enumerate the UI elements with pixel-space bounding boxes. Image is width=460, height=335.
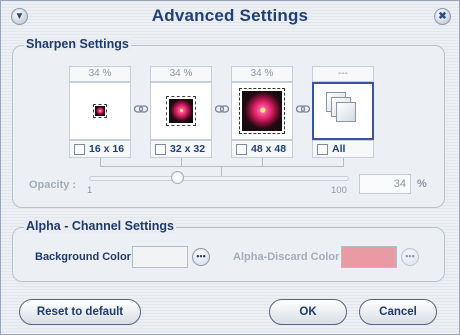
background-color-more-button[interactable]: ••• xyxy=(192,248,210,266)
connector-line xyxy=(221,166,222,176)
size-option-48[interactable]: 48 x 48 xyxy=(231,140,293,158)
connector-line xyxy=(100,158,101,166)
chain-link-icon[interactable] xyxy=(134,104,148,114)
size-option-16[interactable]: 16 x 16 xyxy=(69,140,131,158)
sharpen-settings-title: Sharpen Settings xyxy=(24,37,131,51)
connector-line xyxy=(343,158,344,166)
connector-line xyxy=(100,166,344,167)
background-color-label: Background Color : xyxy=(35,251,138,263)
preview-16[interactable] xyxy=(69,82,131,140)
icon-preview-32 xyxy=(166,96,196,126)
icon-preview-16 xyxy=(93,104,107,118)
percent-48: 34 % xyxy=(231,66,293,82)
size-option-32[interactable]: 32 x 32 xyxy=(150,140,212,158)
checkbox-48[interactable] xyxy=(236,144,247,155)
size-label-all: All xyxy=(332,143,346,155)
preview-32[interactable] xyxy=(150,82,212,140)
checkbox-32[interactable] xyxy=(155,144,166,155)
alpha-discard-color-label: Alpha-Discard Color : xyxy=(233,251,347,263)
connector-line xyxy=(262,158,263,166)
title-bar: ▼ Advanced Settings ✖ xyxy=(1,1,459,32)
checkbox-all[interactable] xyxy=(317,144,328,155)
size-label-32: 32 x 32 xyxy=(170,143,206,155)
opacity-slider-thumb[interactable] xyxy=(171,171,184,184)
icon-preview-48 xyxy=(239,88,285,134)
size-label-16: 16 x 16 xyxy=(89,143,125,155)
close-icon[interactable]: ✖ xyxy=(434,8,451,25)
size-option-all[interactable]: All xyxy=(312,140,374,158)
percent-16: 34 % xyxy=(69,66,131,82)
opacity-slider-track[interactable] xyxy=(89,176,349,181)
percent-32: 34 % xyxy=(150,66,212,82)
background-color-swatch[interactable] xyxy=(132,246,188,268)
advanced-settings-dialog: ▼ Advanced Settings ✖ Sharpen Settings 3… xyxy=(0,0,460,335)
chain-link-icon[interactable] xyxy=(215,104,229,114)
stacked-pages-icon-layer xyxy=(336,102,356,122)
size-label-48: 48 x 48 xyxy=(251,143,287,155)
opacity-min-label: 1 xyxy=(87,185,93,196)
dialog-title: Advanced Settings xyxy=(151,6,309,25)
chain-link-icon[interactable] xyxy=(296,104,310,114)
alpha-discard-color-swatch[interactable] xyxy=(341,246,397,268)
preview-48[interactable] xyxy=(231,82,293,140)
checkbox-16[interactable] xyxy=(74,144,85,155)
reset-to-default-button[interactable]: Reset to default xyxy=(19,299,141,325)
alpha-discard-more-button[interactable]: ••• xyxy=(401,248,419,266)
alpha-channel-title: Alpha - Channel Settings xyxy=(24,219,176,233)
percent-all: --- xyxy=(312,66,374,82)
opacity-unit: % xyxy=(417,178,427,190)
cancel-button[interactable]: Cancel xyxy=(359,299,437,325)
opacity-label: Opacity : xyxy=(29,179,77,191)
connector-line xyxy=(181,158,182,166)
opacity-max-label: 100 xyxy=(331,185,347,196)
ok-button[interactable]: OK xyxy=(269,299,347,325)
preview-all[interactable] xyxy=(312,82,374,140)
opacity-input[interactable]: 34 xyxy=(359,174,411,194)
